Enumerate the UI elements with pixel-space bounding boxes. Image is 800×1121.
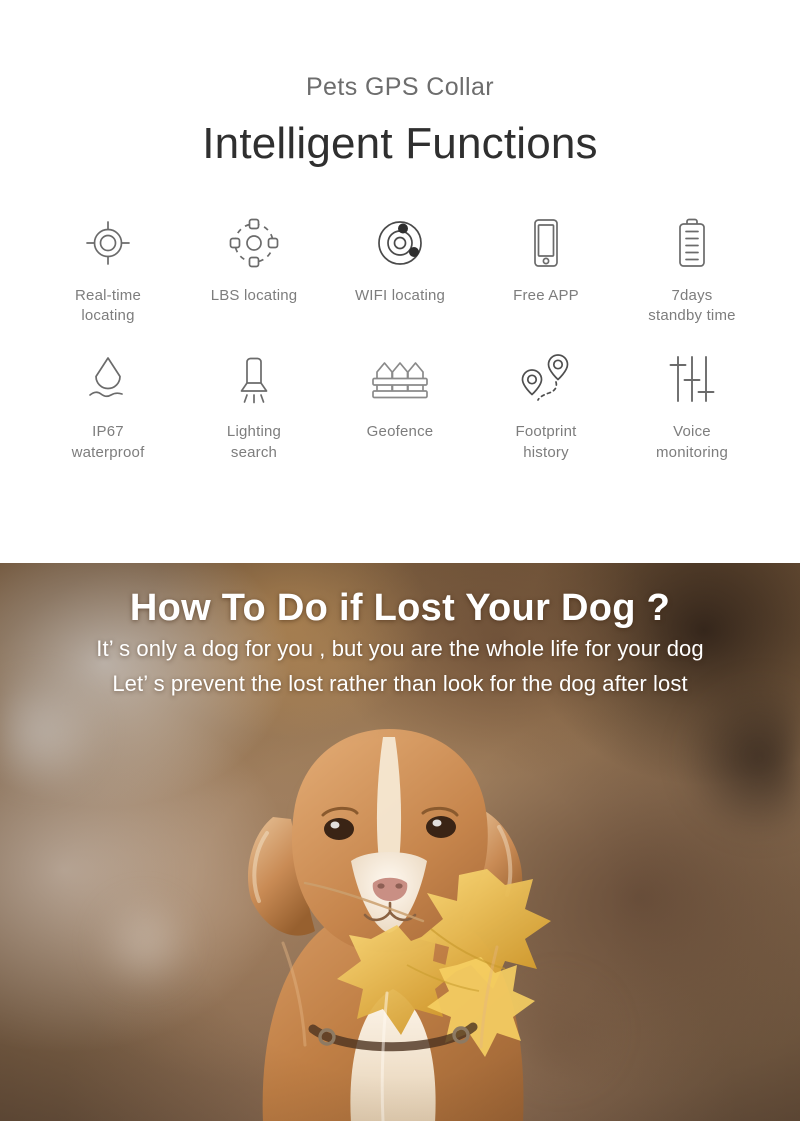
- feature-item-free-app[interactable]: Free APP: [473, 212, 619, 306]
- feature-label: Lighting search: [226, 423, 282, 461]
- wifi-orbit-icon: [372, 212, 428, 274]
- feature-grid: Real-time locating LBS locating WIFI loc…: [0, 212, 800, 463]
- page-title: Intelligent Functions: [202, 118, 598, 168]
- feature-item-real-time-locating[interactable]: Real-time locating: [35, 212, 181, 327]
- feature-label: Voice monitoring: [655, 423, 729, 461]
- banner-copy: How To Do if Lost Your Dog ? It’ s only …: [0, 587, 800, 701]
- smartphone-icon: [518, 212, 574, 274]
- feature-label: Real-time locating: [75, 286, 141, 325]
- feature-label: IP67 waterproof: [71, 423, 145, 461]
- banner-subline-1: It’ s only a dog for you , but you are t…: [96, 635, 704, 661]
- lbs-network-icon: [226, 212, 282, 274]
- feature-item-wifi-locating[interactable]: WIFI locating: [327, 212, 473, 306]
- fence-icon: [369, 348, 431, 410]
- feature-item-voice-monitoring[interactable]: Voice monitoring: [619, 348, 765, 463]
- flashlight-icon: [226, 348, 282, 410]
- lost-dog-banner: How To Do if Lost Your Dog ? It’ s only …: [0, 563, 800, 1121]
- section-subtitle: Pets GPS Collar: [305, 73, 494, 101]
- water-drop-icon: [80, 348, 136, 410]
- feature-item-footprint-history[interactable]: Footprint history: [473, 348, 619, 463]
- feature-label: WIFI locating: [354, 286, 446, 304]
- battery-icon: [664, 212, 720, 274]
- feature-label: LBS locating: [210, 286, 298, 304]
- banner-headline: How To Do if Lost Your Dog ?: [129, 587, 671, 629]
- feature-item-geofence[interactable]: Geofence: [327, 348, 473, 442]
- banner-subline-2: Let’ s prevent the lost rather than look…: [112, 670, 688, 696]
- feature-item-standby-time[interactable]: 7days standby time: [619, 212, 765, 327]
- feature-row-1: Real-time locating LBS locating WIFI loc…: [0, 212, 800, 327]
- section-heading: Pets GPS Collar Intelligent Functions: [0, 0, 800, 168]
- intelligent-functions-section: Pets GPS Collar Intelligent Functions Re…: [0, 0, 800, 563]
- feature-label: Footprint history: [515, 423, 577, 461]
- sliders-icon: [664, 348, 720, 410]
- feature-item-waterproof[interactable]: IP67 waterproof: [35, 348, 181, 463]
- product-detail-page: Pets GPS Collar Intelligent Functions Re…: [0, 0, 800, 1121]
- feature-label: Geofence: [366, 423, 434, 441]
- feature-item-lighting-search[interactable]: Lighting search: [181, 348, 327, 463]
- feature-row-2: IP67 waterproof Lighting search Geofence…: [0, 348, 800, 463]
- feature-label: Free APP: [513, 286, 579, 304]
- gps-target-icon: [80, 212, 136, 274]
- map-pins-path-icon: [516, 348, 576, 410]
- feature-item-lbs-locating[interactable]: LBS locating: [181, 212, 327, 306]
- feature-label: 7days standby time: [648, 286, 736, 325]
